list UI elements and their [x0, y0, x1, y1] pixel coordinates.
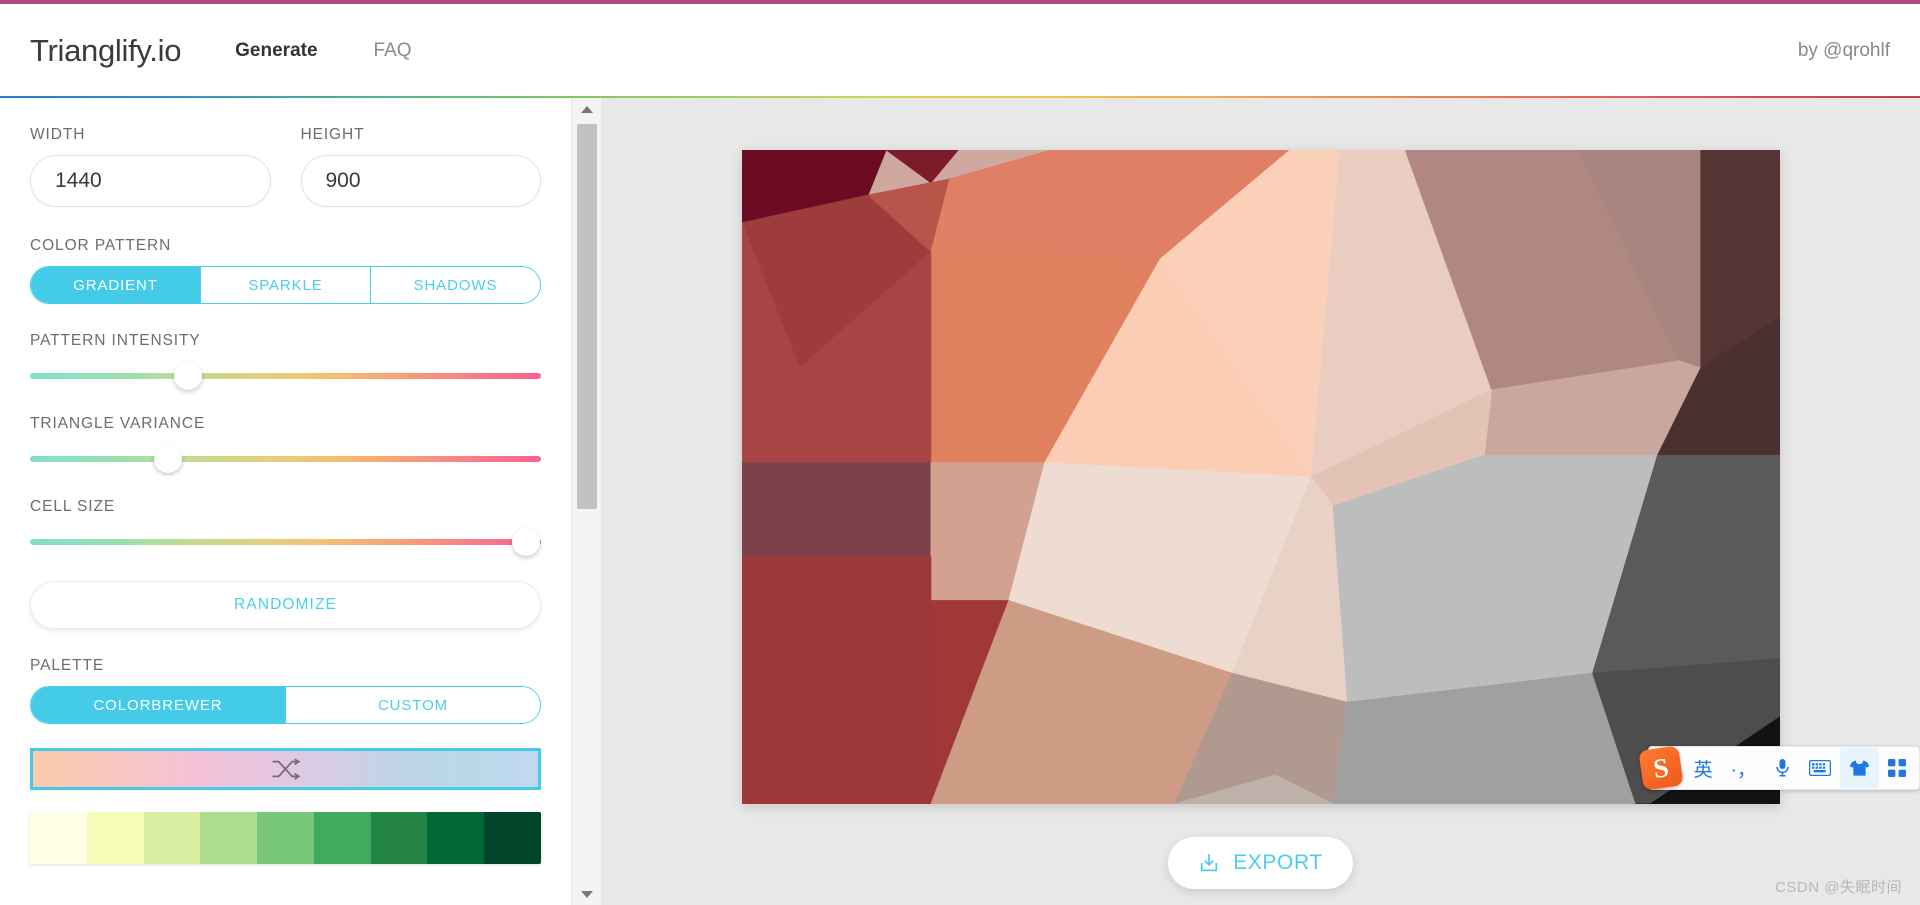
palette-color-0 — [30, 812, 87, 864]
palette-color-2 — [143, 812, 201, 864]
cell-size-slider[interactable] — [30, 527, 541, 557]
height-input[interactable] — [300, 155, 541, 207]
pattern-intensity-thumb[interactable] — [174, 362, 203, 390]
ime-punctuation-toggle[interactable]: ·， — [1722, 748, 1765, 788]
main-nav: Generate FAQ — [231, 32, 415, 70]
colorbrewer-palette-swatch[interactable] — [30, 812, 541, 864]
pattern-intensity-group: PATTERN INTENSITY — [30, 332, 541, 391]
chevron-up-icon — [580, 105, 593, 113]
triangle-variance-thumb[interactable] — [153, 445, 182, 473]
ime-soft-keyboard[interactable] — [1800, 748, 1840, 788]
keyboard-icon — [1809, 760, 1831, 776]
author-byline: by @qrohlf — [1797, 40, 1890, 61]
trianglify-preview[interactable] — [741, 150, 1780, 804]
palette-color-8 — [484, 812, 541, 864]
palette-option-custom[interactable]: CUSTOM — [286, 687, 540, 723]
triangle-1 — [885, 150, 959, 184]
triangle-variance-track[interactable] — [30, 456, 541, 462]
color-pattern-segmented-control: GRADIENT SPARKLE SHADOWS — [30, 266, 541, 304]
triangle-23 — [741, 556, 931, 804]
randomize-button[interactable]: RANDOMIZE — [30, 581, 541, 629]
height-field-group: HEIGHT — [300, 126, 541, 207]
color-pattern-option-sparkle[interactable]: SPARKLE — [201, 267, 371, 303]
scroll-up-button[interactable] — [572, 98, 601, 120]
grid-icon — [1888, 759, 1906, 777]
sidebar-container: WIDTH HEIGHT COLOR PATTERN GRADIENT SPAR… — [0, 98, 601, 905]
nav-item-faq[interactable]: FAQ — [370, 32, 416, 70]
tshirt-icon — [1849, 760, 1870, 776]
palette-label: PALETTE — [30, 657, 105, 674]
palette-color-5 — [313, 812, 371, 864]
cell-size-group: CELL SIZE — [30, 498, 541, 557]
sogou-ime-toolbar[interactable]: S 英 ·， — [1638, 745, 1920, 791]
trianglify-svg — [741, 150, 1780, 804]
nav-item-generate[interactable]: Generate — [231, 32, 321, 70]
ime-toolbox[interactable] — [1879, 748, 1915, 788]
triangle-19 — [741, 462, 931, 558]
scroll-down-button[interactable] — [572, 883, 601, 905]
export-button-label: EXPORT — [1233, 851, 1323, 874]
height-label: HEIGHT — [300, 126, 365, 143]
pattern-intensity-label: PATTERN INTENSITY — [30, 332, 201, 349]
cell-size-thumb[interactable] — [511, 528, 540, 556]
palette-option-colorbrewer[interactable]: COLORBREWER — [31, 687, 286, 723]
triangle-variance-label: TRIANGLE VARIANCE — [30, 415, 206, 432]
app-brand: Trianglify.io — [30, 33, 182, 68]
random-gradient-swatch[interactable] — [30, 748, 541, 790]
palette-color-6 — [370, 812, 428, 864]
color-pattern-label: COLOR PATTERN — [30, 237, 172, 254]
shuffle-icon — [272, 758, 300, 780]
sogou-logo-icon[interactable]: S — [1638, 745, 1684, 791]
palette-color-4 — [257, 812, 314, 864]
palette-segmented-control: COLORBREWER CUSTOM — [30, 686, 541, 724]
cell-size-track[interactable] — [30, 539, 541, 545]
pattern-intensity-slider[interactable] — [30, 361, 541, 391]
cell-size-label: CELL SIZE — [30, 498, 116, 515]
scrollbar-thumb[interactable] — [577, 124, 597, 509]
chevron-down-icon — [580, 890, 593, 898]
palette-color-3 — [200, 812, 258, 864]
width-field-group: WIDTH — [30, 126, 271, 207]
app-header: Trianglify.io Generate FAQ by @qrohlf — [0, 4, 1920, 98]
color-pattern-option-gradient[interactable]: GRADIENT — [31, 267, 201, 303]
sidebar-scrollbar[interactable] — [571, 98, 601, 905]
palette-group: PALETTE COLORBREWER CUSTOM — [30, 657, 541, 724]
ime-voice-input[interactable] — [1765, 748, 1800, 788]
controls-sidebar: WIDTH HEIGHT COLOR PATTERN GRADIENT SPAR… — [0, 98, 571, 905]
color-pattern-option-shadows[interactable]: SHADOWS — [371, 267, 540, 303]
width-input[interactable] — [30, 155, 271, 207]
app-body: WIDTH HEIGHT COLOR PATTERN GRADIENT SPAR… — [0, 98, 1920, 905]
microphone-icon — [1776, 759, 1789, 777]
ime-skin-selector[interactable] — [1840, 748, 1879, 788]
triangle-variance-group: TRIANGLE VARIANCE — [30, 415, 541, 474]
color-pattern-group: COLOR PATTERN GRADIENT SPARKLE SHADOWS — [30, 237, 541, 304]
preview-area: EXPORT S 英 ·， CSDN @失眠时间 — [601, 98, 1920, 905]
csdn-watermark: CSDN @失眠时间 — [1775, 879, 1902, 896]
triangle-variance-slider[interactable] — [30, 444, 541, 474]
palette-color-1 — [86, 812, 144, 864]
ime-language-mode[interactable]: 英 — [1685, 748, 1722, 788]
export-button[interactable]: EXPORT — [1168, 837, 1353, 889]
palette-color-7 — [427, 812, 485, 864]
download-icon — [1200, 853, 1218, 872]
randomize-group: RANDOMIZE — [30, 581, 541, 629]
pattern-intensity-track[interactable] — [30, 373, 541, 379]
dimension-row: WIDTH HEIGHT — [30, 126, 541, 207]
width-label: WIDTH — [30, 126, 86, 143]
